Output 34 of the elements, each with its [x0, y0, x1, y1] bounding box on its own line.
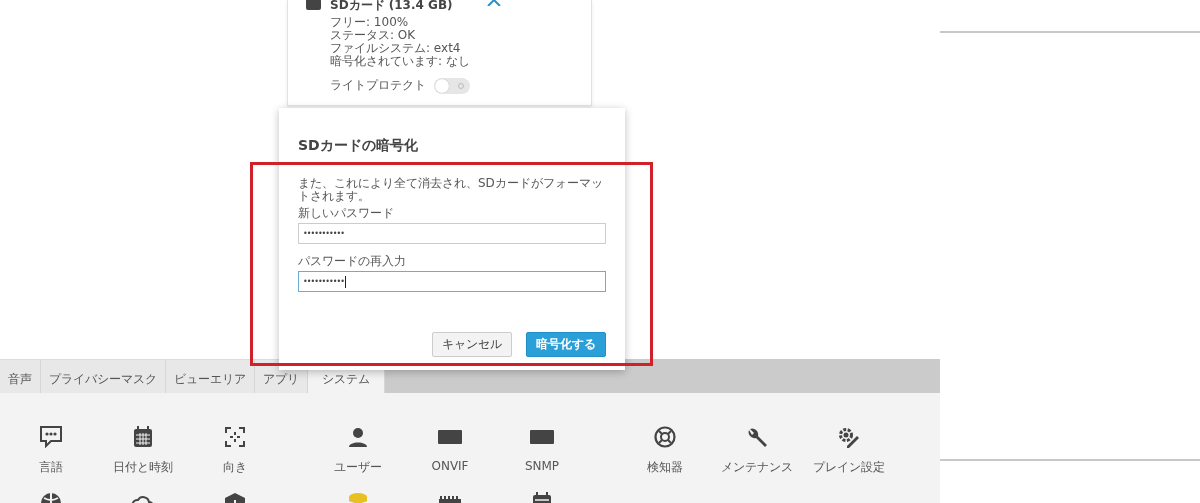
sd-card-icon	[306, 0, 321, 10]
close-icon[interactable]	[486, 0, 501, 6]
field-label: 新しいパスワード	[298, 206, 395, 220]
field-label: パスワードの再入力	[298, 254, 407, 268]
dialog-title: SDカードの暗号化	[298, 137, 419, 155]
write-protect-toggle[interactable]	[434, 77, 470, 94]
sd-card-detail: ファイルシステム: ext4	[330, 42, 462, 55]
chat-icon[interactable]	[39, 426, 63, 448]
settings-item-label[interactable]: 向き	[223, 459, 247, 476]
password-field[interactable]: •••••••••••	[298, 223, 606, 244]
settings-item-label[interactable]: ONVIF	[431, 459, 469, 473]
settings-item-label[interactable]: メンテナンス	[721, 459, 793, 476]
calendar-icon[interactable]	[131, 426, 155, 448]
password-field[interactable]: •••••••••••	[298, 271, 606, 292]
dialog-message: また、これにより全て消去され、SDカードがフォーマットされます。	[298, 177, 604, 203]
sd-card-detail: フリー: 100%	[330, 16, 410, 29]
settings-item-label[interactable]: 日付と時刻	[113, 459, 173, 476]
settings-item-label[interactable]: SNMP	[524, 459, 560, 473]
frame-icon[interactable]	[223, 426, 247, 448]
settings-item-label[interactable]: 言語	[39, 459, 63, 476]
settings-item-label[interactable]: プレイン設定	[813, 459, 885, 476]
settings-item-label[interactable]: 検知器	[647, 459, 683, 476]
wheel-icon[interactable]	[653, 426, 677, 448]
user-icon[interactable]	[346, 426, 370, 448]
write-protect-label: ライトプロテクト	[330, 77, 426, 94]
settings-tab[interactable]: プライバシーマスク	[41, 359, 166, 393]
settings-item-label[interactable]: ユーザー	[334, 459, 382, 476]
settings-tab[interactable]: ビューエリア	[166, 359, 255, 393]
settings-tab[interactable]: 音声	[0, 359, 41, 393]
cancel-button[interactable]: キャンセル	[432, 332, 512, 357]
sd-card-title: SDカード (13.4 GB)	[330, 0, 453, 12]
sd-card-detail: 暗号化されています: なし	[330, 55, 471, 68]
sd-card-detail: ステータス: OK	[330, 29, 417, 42]
gear-icon[interactable]	[837, 426, 861, 448]
